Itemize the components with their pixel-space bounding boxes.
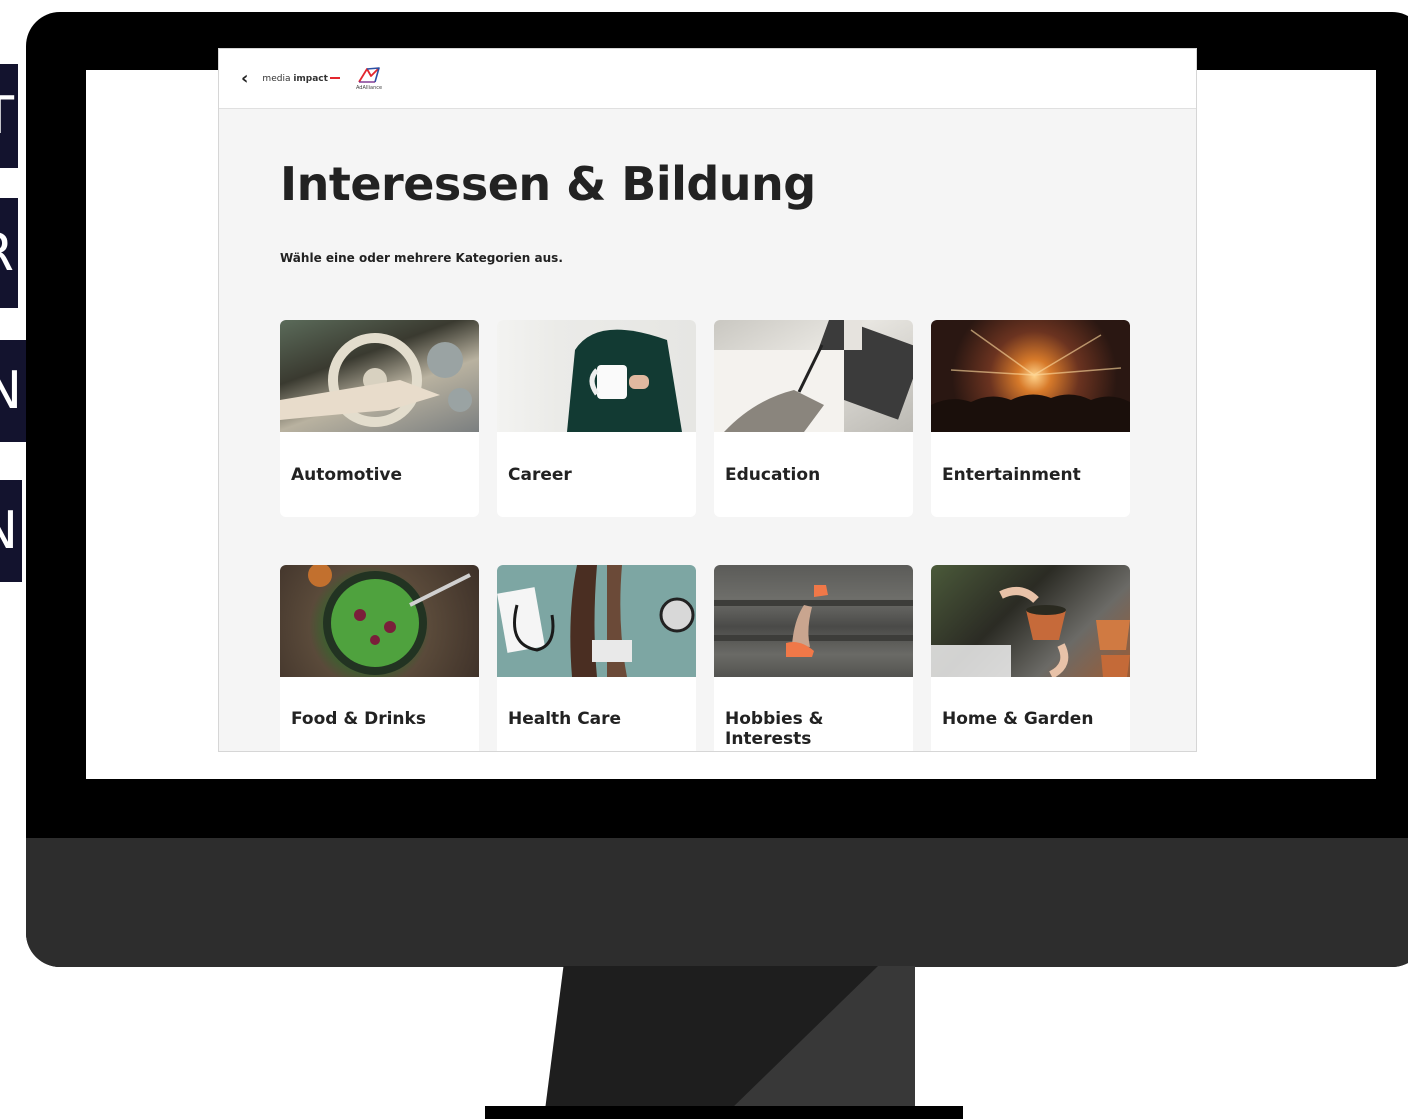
category-image [714, 565, 913, 677]
side-letter: R [0, 227, 14, 279]
category-label: Hobbies & Interests [725, 709, 824, 749]
mug-image [567, 329, 682, 432]
running-shoes-image [714, 585, 913, 657]
category-card-home-garden[interactable]: Home & Garden [931, 565, 1130, 751]
category-card-education[interactable]: Education [714, 320, 913, 517]
category-label: Education [725, 465, 821, 485]
page-subtitle: Wähle eine oder mehrere Kategorien aus. [280, 251, 563, 265]
category-card-career[interactable]: Career [497, 320, 696, 517]
side-letter: N [0, 505, 18, 557]
side-letter: T [0, 90, 14, 142]
adalliance-wordmark: AdAlliance [355, 85, 383, 91]
stethoscope-image [497, 565, 695, 677]
monitor-stand-base [485, 1106, 963, 1119]
brand-underline [329, 77, 340, 79]
chevron-left-icon[interactable]: ‹ [241, 68, 248, 89]
page-title: Interessen & Bildung [280, 157, 816, 211]
category-image [931, 320, 1130, 432]
category-image [280, 320, 479, 432]
adalliance-logo-icon [358, 67, 380, 83]
category-card-automotive[interactable]: Automotive [280, 320, 479, 517]
side-letter-tile: N [0, 480, 22, 582]
adalliance-logo: AdAlliance [356, 66, 382, 91]
category-image [714, 320, 913, 432]
category-image [497, 320, 696, 432]
category-card-food-drinks[interactable]: Food & Drinks [280, 565, 479, 751]
app-header: ‹ media impact AdAlliance [219, 49, 1196, 109]
category-card-hobbies-interests[interactable]: Hobbies & Interests [714, 565, 913, 751]
side-letter-tile: T [0, 64, 18, 168]
category-label: Career [508, 465, 572, 485]
category-image [931, 565, 1130, 677]
writing-hand-image [714, 320, 913, 432]
side-letter-tile: R [0, 198, 18, 308]
main-content: Interessen & Bildung Wähle eine oder meh… [219, 157, 1196, 265]
category-label: Home & Garden [942, 709, 1094, 729]
category-image [280, 565, 479, 677]
category-label: Entertainment [942, 465, 1081, 485]
concert-image [931, 329, 1130, 432]
side-letter: N [0, 361, 22, 421]
category-label: Food & Drinks [291, 709, 426, 729]
salad-image [308, 565, 471, 675]
category-label: Automotive [291, 465, 403, 485]
category-card-entertainment[interactable]: Entertainment [931, 320, 1130, 517]
app-window: ‹ media impact AdAlliance Interessen & B… [218, 48, 1197, 752]
category-image [497, 565, 696, 677]
side-letter-tile: N [0, 340, 26, 442]
brand-prefix: media [262, 73, 294, 84]
category-label: Health Care [508, 709, 622, 729]
brand-name: impact [293, 73, 328, 84]
media-impact-logo: media impact [262, 74, 340, 84]
steering-wheel-image [280, 333, 472, 427]
category-card-health-care[interactable]: Health Care [497, 565, 696, 751]
monitor-chin [26, 838, 1408, 967]
plant-pots-image [931, 587, 1130, 677]
